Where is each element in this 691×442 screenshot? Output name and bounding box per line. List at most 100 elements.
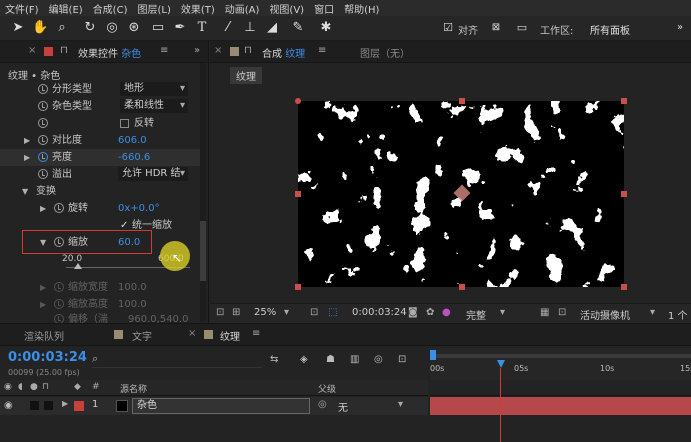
stopwatch-icon[interactable] (38, 101, 48, 111)
grid-icon[interactable]: ⊞ (232, 307, 240, 318)
stopwatch-icon[interactable] (38, 152, 48, 162)
panel-menu-icon[interactable]: ≡ (160, 45, 168, 59)
stopwatch-icon[interactable] (38, 169, 48, 179)
tab-layer[interactable]: 图层（无） (360, 45, 410, 60)
region-of-interest-icon[interactable]: ⬚ (328, 307, 337, 318)
menu-edit[interactable]: 编辑(E) (44, 1, 88, 16)
shy-layers-icon[interactable]: ☗ (326, 354, 335, 365)
chevron-down-icon[interactable]: ▾ (398, 399, 403, 410)
roto-brush-tool-icon[interactable]: ✎ (290, 20, 306, 36)
pickwhip-icon[interactable]: ◎ (318, 399, 327, 410)
layer-label-color[interactable] (74, 401, 84, 411)
stopwatch-icon[interactable] (54, 299, 64, 309)
overflow-dropdown[interactable]: 允许 HDR 结 (118, 167, 188, 181)
scrollbar[interactable] (200, 63, 206, 321)
stopwatch-icon[interactable] (54, 203, 64, 213)
close-icon[interactable]: × (28, 45, 36, 59)
snapshot-icon[interactable]: ⊡ (216, 307, 224, 318)
stopwatch-icon[interactable] (38, 118, 48, 128)
toggle-icon[interactable]: ▭ (514, 20, 530, 36)
menu-effect[interactable]: 效果(T) (176, 1, 220, 16)
transform-handle[interactable] (295, 98, 301, 104)
pen-tool-icon[interactable]: ✒ (172, 20, 188, 36)
workspace-value[interactable]: 所有面板 (590, 22, 630, 37)
menu-help[interactable]: 帮助(H) (339, 1, 384, 16)
camera-dropdown[interactable]: 活动摄像机 (580, 307, 630, 322)
rotation-value[interactable]: 0x+0.0° (118, 200, 160, 217)
scale-width-value[interactable]: 100.0 (118, 279, 147, 296)
menu-file[interactable]: 文件(F) (0, 1, 44, 16)
lock-toggle[interactable] (44, 401, 53, 410)
scrollbar-thumb[interactable] (200, 221, 206, 281)
menu-window[interactable]: 窗口 (309, 1, 339, 16)
layer-duration-bar[interactable] (430, 397, 691, 415)
transform-handle[interactable] (621, 284, 627, 290)
time-ruler[interactable]: 00s 05s 10s 15s (430, 348, 691, 380)
frame-blending-icon[interactable]: ▥ (350, 354, 359, 365)
zoom-tool-icon[interactable]: ⌕ (54, 20, 70, 36)
visibility-eye-icon[interactable]: ◉ (4, 400, 13, 411)
panel-menu-icon[interactable]: ≡ (318, 45, 326, 59)
tab-text-comp[interactable]: 文字 (132, 328, 152, 343)
views-dropdown[interactable]: 1 个 (668, 307, 688, 322)
work-area-start[interactable] (430, 350, 436, 360)
draft-3d-icon[interactable]: ◈ (300, 354, 308, 365)
graph-editor-icon[interactable]: ⊡ (398, 354, 406, 365)
playhead-handle[interactable] (497, 360, 505, 368)
timecode[interactable]: 0:00:03:24 (352, 307, 407, 318)
camera-orbit-tool-icon[interactable]: ◎ (104, 20, 120, 36)
puppet-tool-icon[interactable]: ✱ (318, 20, 334, 36)
brush-tool-icon[interactable]: ⁄ (220, 20, 236, 36)
noise-type-dropdown[interactable]: 柔和线性 (120, 99, 188, 113)
contrast-value[interactable]: 606.0 (118, 132, 147, 149)
chevron-down-icon[interactable]: ▾ (284, 307, 289, 318)
tab-composition[interactable]: 合成 纹理 (262, 45, 305, 60)
transform-handle[interactable] (459, 284, 465, 290)
scale-slider-thumb[interactable] (74, 263, 82, 269)
safe-area-icon[interactable]: ⊡ (310, 307, 318, 318)
parent-dropdown[interactable]: 无 (338, 399, 348, 414)
solo-toggle[interactable] (30, 401, 39, 410)
offset-value[interactable]: 960.0,540.0 (128, 311, 188, 323)
timeline-timecode[interactable]: 0:00:03:24 (8, 350, 87, 365)
motion-blur-icon[interactable]: ◎ (374, 354, 383, 365)
collapse-triangle-icon[interactable]: ▼ (22, 183, 28, 200)
fractal-type-dropdown[interactable]: 地形 (120, 82, 188, 96)
layer-search-input[interactable]: ⌕ (92, 352, 262, 368)
menu-composition[interactable]: 合成(C) (88, 1, 133, 16)
text-tool-icon[interactable]: T (194, 20, 210, 36)
rectangle-tool-icon[interactable]: ▭ (150, 20, 166, 36)
lock-icon[interactable]: ⊓ (60, 45, 68, 59)
close-icon[interactable]: × (214, 45, 222, 59)
transform-handle[interactable] (621, 98, 627, 104)
channel-icon[interactable]: ● (442, 307, 451, 318)
stopwatch-icon[interactable] (54, 282, 64, 292)
show-snapshot-icon[interactable]: ✿ (426, 307, 434, 318)
lock-icon[interactable]: ⊓ (244, 45, 252, 59)
snap-icon[interactable]: ⊠ (488, 20, 504, 36)
hand-tool-icon[interactable]: ✋ (32, 20, 48, 36)
clone-stamp-tool-icon[interactable]: ⊥ (242, 20, 258, 36)
transparency-grid-icon[interactable]: ▦ (540, 307, 549, 318)
pan-behind-tool-icon[interactable]: ⊛ (126, 20, 142, 36)
transform-handle[interactable] (295, 284, 301, 290)
align-checkbox-icon[interactable]: ☑ (440, 20, 456, 36)
layer-name-field[interactable]: 杂色 (132, 398, 310, 414)
transform-handle[interactable] (459, 98, 465, 104)
expand-triangle-icon[interactable]: ▶ (40, 279, 46, 296)
panel-menu-icon[interactable]: ≡ (252, 328, 260, 342)
stopwatch-icon[interactable] (38, 135, 48, 145)
close-icon[interactable]: × (188, 328, 196, 342)
stopwatch-icon[interactable] (38, 84, 48, 94)
invert-checkbox[interactable] (120, 119, 129, 128)
work-area-bar[interactable] (430, 354, 691, 358)
transform-handle[interactable] (295, 191, 301, 197)
tab-texture-comp[interactable]: 纹理 (220, 328, 240, 343)
quality-dropdown[interactable]: 完整 (466, 307, 486, 322)
expand-triangle-icon[interactable]: ▶ (40, 200, 46, 217)
expand-triangle-icon[interactable]: ▶ (24, 149, 30, 166)
expand-triangle-icon[interactable]: ▶ (62, 399, 68, 408)
camera-icon[interactable]: ◙ (408, 307, 418, 318)
menu-view[interactable]: 视图(V) (264, 1, 309, 16)
expand-triangle-icon[interactable]: ▶ (24, 132, 30, 149)
